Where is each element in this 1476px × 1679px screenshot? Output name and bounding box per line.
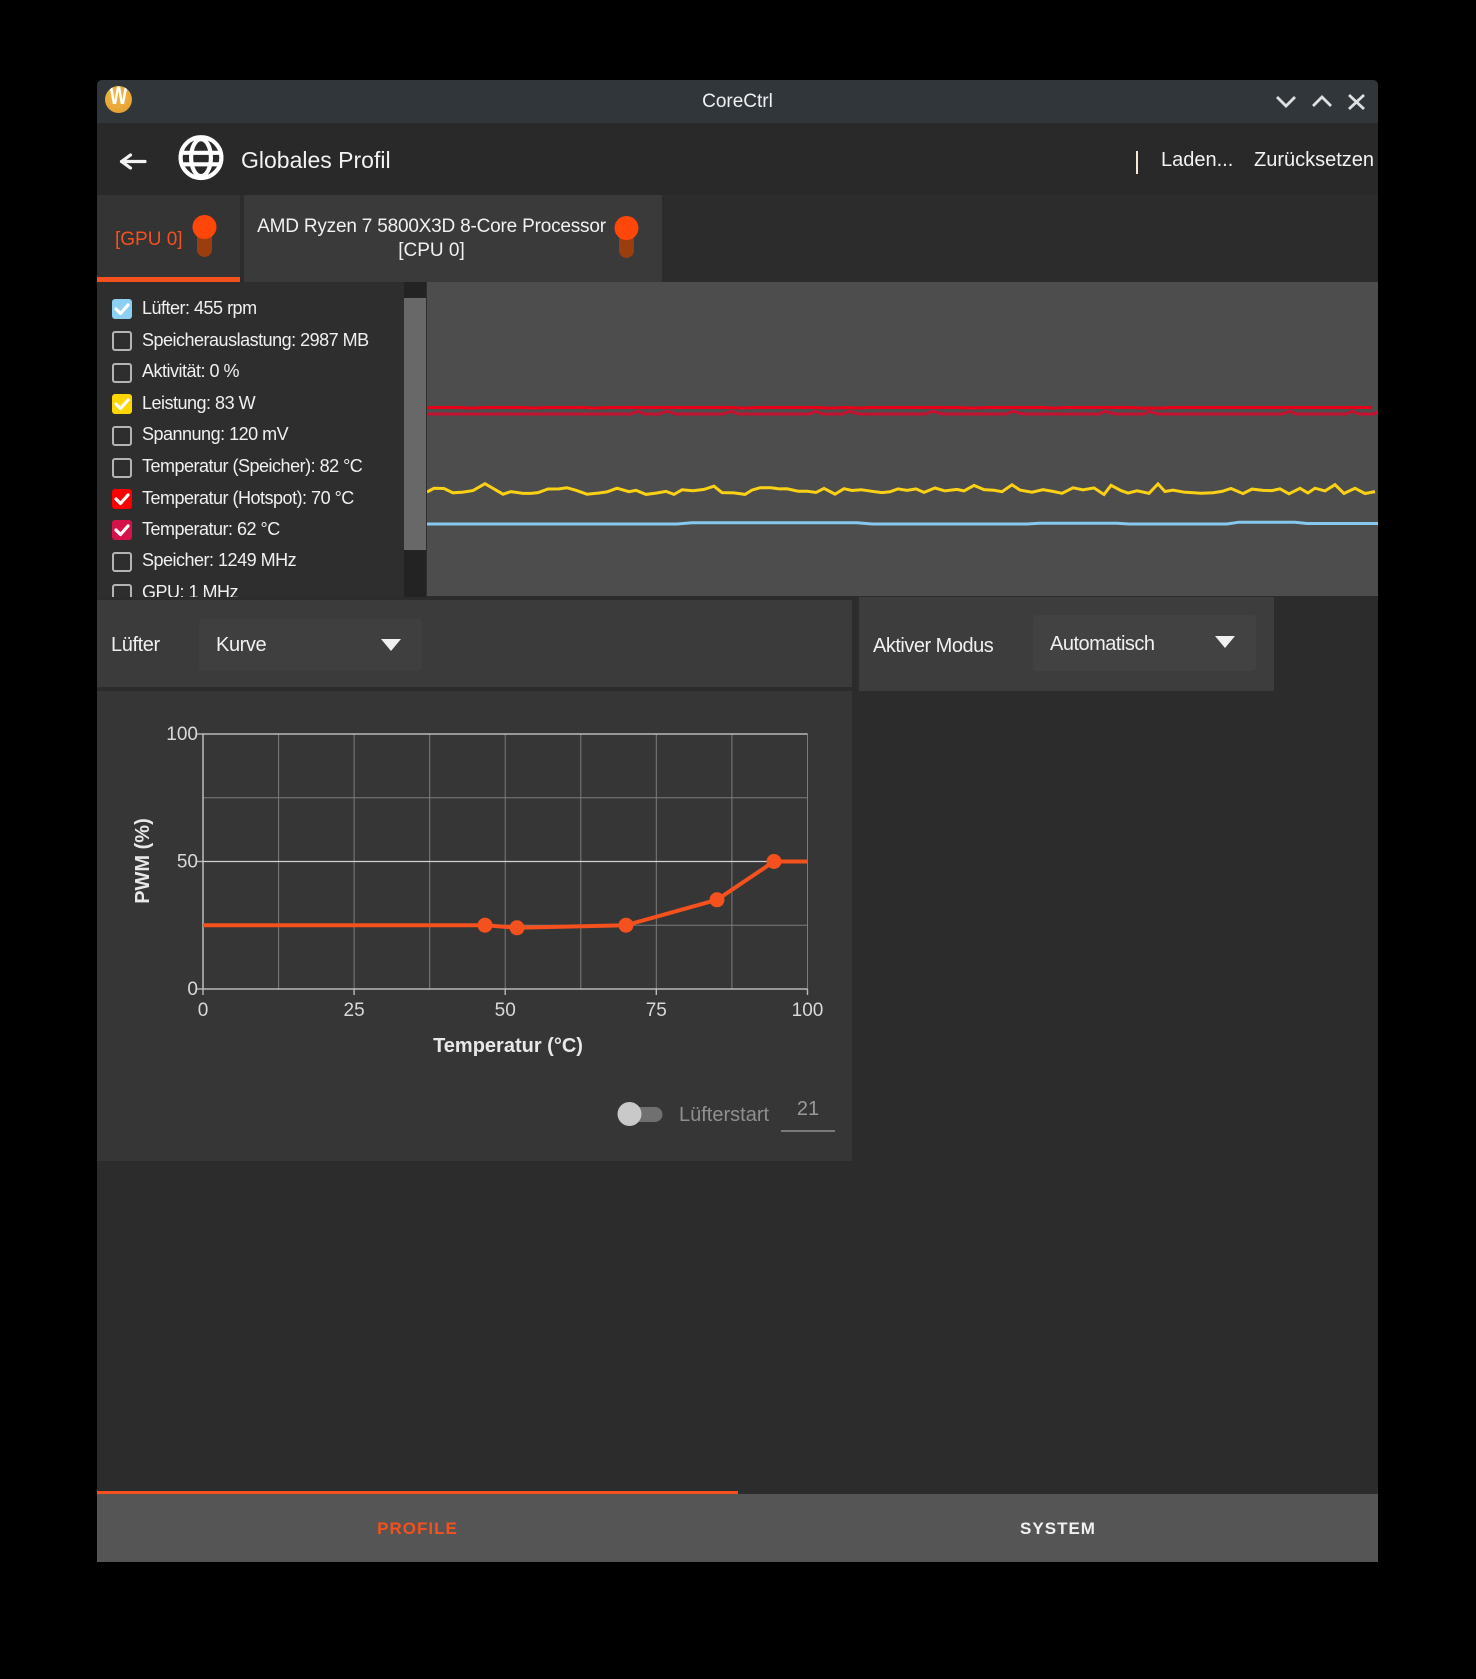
svg-text:PWM (%): PWM (%) (132, 818, 154, 904)
svg-text:75: 75 (646, 1000, 667, 1021)
svg-text:Temperatur (°C): Temperatur (°C) (433, 1035, 583, 1057)
svg-text:Lüfterstart: Lüfterstart (679, 1104, 769, 1126)
svg-text:25: 25 (344, 1000, 365, 1021)
svg-text:50: 50 (177, 852, 198, 873)
svg-text:100: 100 (166, 724, 198, 745)
svg-text:100: 100 (792, 1000, 824, 1021)
svg-text:50: 50 (495, 1000, 516, 1021)
svg-text:0: 0 (198, 1000, 209, 1021)
svg-text:21: 21 (797, 1098, 819, 1120)
svg-text:0: 0 (187, 979, 198, 1000)
